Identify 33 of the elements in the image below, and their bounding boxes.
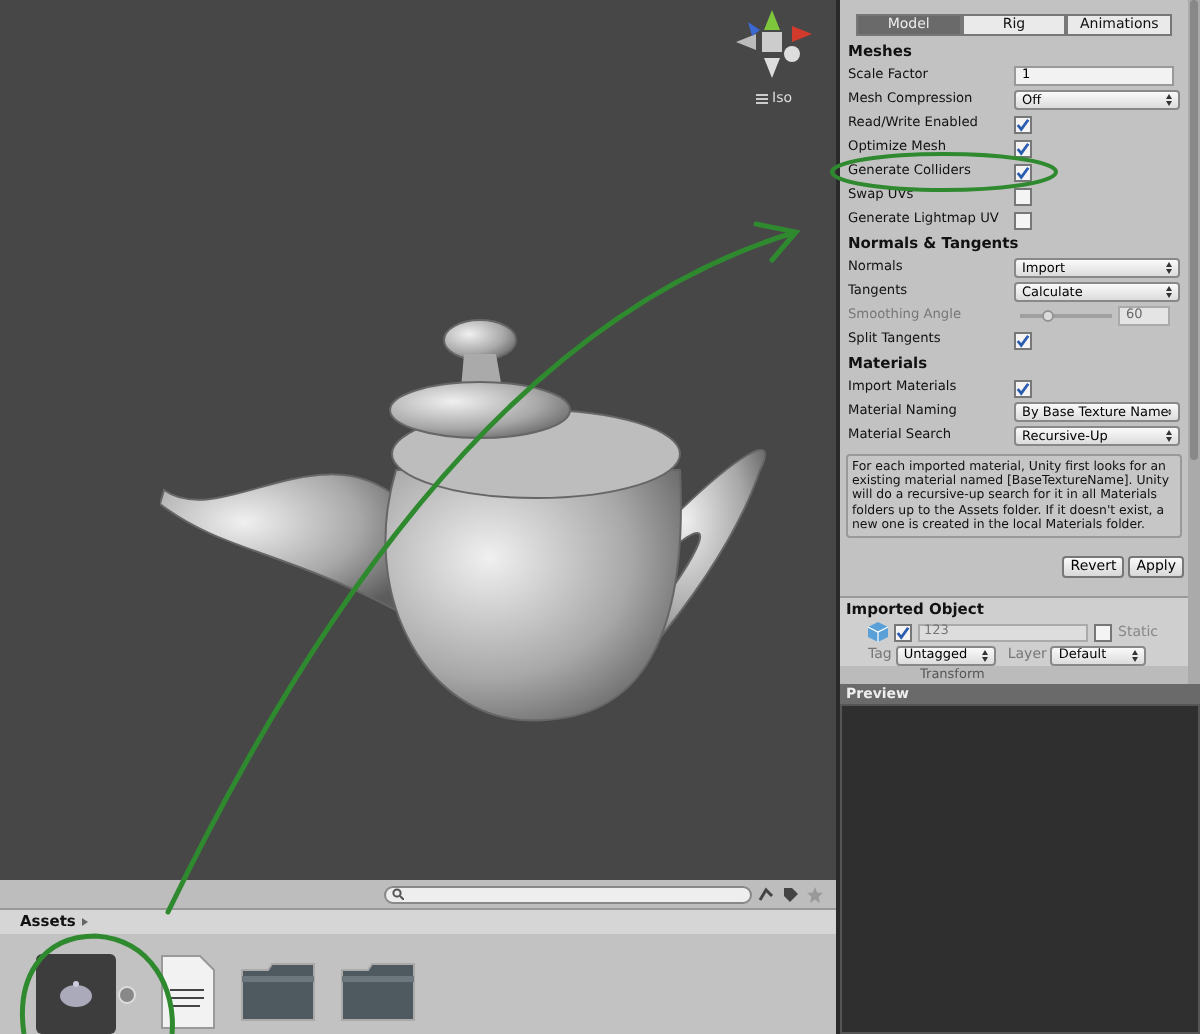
updown-arrows-icon (1132, 649, 1139, 661)
updown-arrows-icon (981, 649, 988, 661)
folder-icon[interactable] (340, 962, 416, 1022)
updown-arrows-icon (1166, 430, 1172, 442)
checkbox[interactable] (1014, 187, 1032, 205)
document-icon[interactable] (160, 954, 216, 1030)
checkmark-icon (1016, 381, 1030, 395)
caret-icon (81, 918, 88, 926)
play-icon[interactable] (118, 985, 136, 1003)
updown-arrows-icon (1168, 406, 1172, 418)
cube-icon (868, 622, 888, 642)
updown-arrows-icon (1166, 286, 1172, 298)
model-asset[interactable] (36, 954, 116, 1034)
checkbox[interactable] (1014, 379, 1032, 397)
checkmark-icon (1016, 333, 1030, 347)
scrollbar[interactable] (1188, 0, 1200, 684)
checkbox[interactable] (1094, 623, 1112, 641)
checkbox[interactable] (1014, 331, 1032, 349)
checkbox[interactable] (1014, 139, 1032, 157)
folder-icon[interactable] (240, 962, 316, 1022)
updown-arrows-icon (1166, 94, 1172, 106)
search-icon (392, 888, 404, 900)
search-field[interactable] (384, 885, 752, 903)
updown-arrows-icon (1166, 262, 1172, 274)
checkmark-icon (896, 625, 910, 639)
tag-icon[interactable] (782, 885, 800, 903)
checkbox[interactable] (1014, 115, 1032, 133)
checkbox[interactable] (1014, 211, 1032, 229)
checkbox[interactable] (894, 623, 912, 641)
star-icon[interactable] (806, 885, 824, 903)
teapot-icon (56, 980, 96, 1008)
checkbox[interactable] (1014, 163, 1032, 181)
menu-icon[interactable] (756, 93, 768, 104)
